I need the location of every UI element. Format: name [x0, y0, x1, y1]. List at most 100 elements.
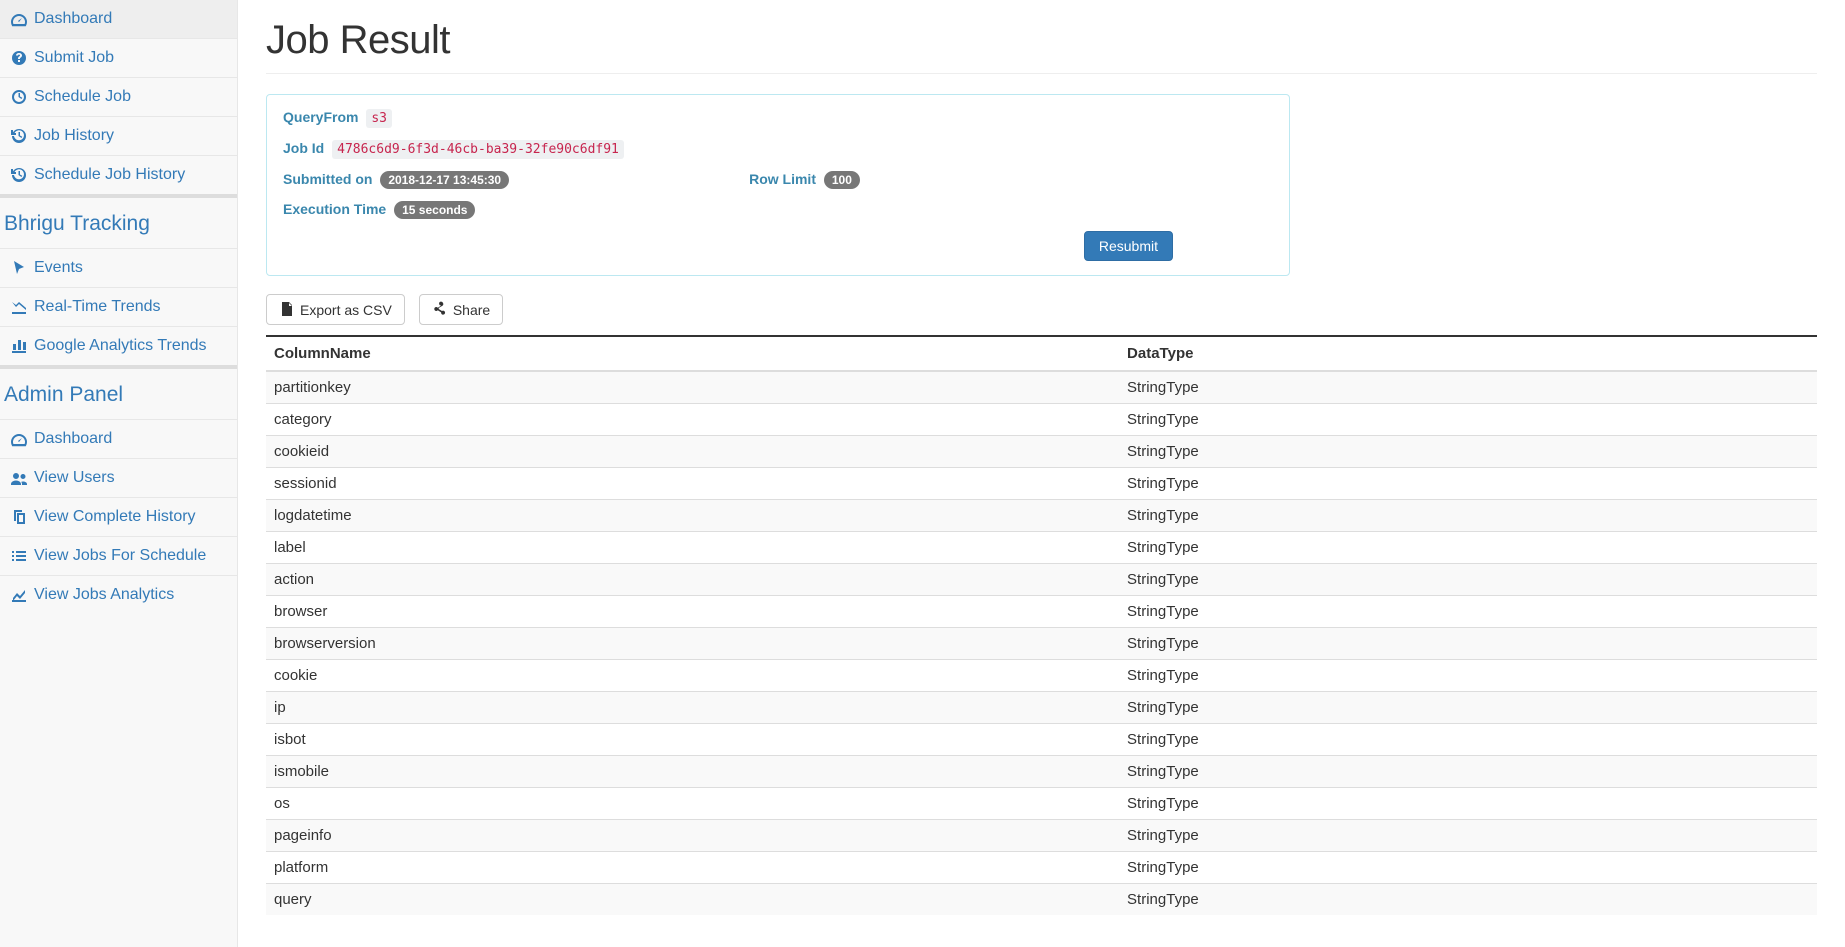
- gauge-icon: [10, 431, 28, 447]
- area-chart-icon: [10, 299, 28, 315]
- sidebar-item-view-jobs-analytics[interactable]: View Jobs Analytics: [0, 575, 237, 614]
- cell-datatype: StringType: [1119, 404, 1817, 436]
- share-icon: [432, 301, 448, 318]
- table-row: logdatetimeStringType: [266, 500, 1817, 532]
- cell-datatype: StringType: [1119, 724, 1817, 756]
- submitted-label: Submitted on: [283, 171, 372, 187]
- submitted-value: 2018-12-17 13:45:30: [380, 171, 509, 189]
- cell-columnname: category: [266, 404, 1119, 436]
- sidebar-item-real-time-trends[interactable]: Real-Time Trends: [0, 287, 237, 326]
- job-id-value: 4786c6d9-6f3d-46cb-ba39-32fe90c6df91: [332, 140, 624, 159]
- sidebar-item-label: View Users: [34, 469, 115, 487]
- exec-time-row: Execution Time 15 seconds: [283, 201, 1273, 217]
- row-limit-row: Row Limit 100: [749, 171, 860, 187]
- submitted-row: Submitted on 2018-12-17 13:45:30: [283, 171, 509, 187]
- cell-datatype: StringType: [1119, 820, 1817, 852]
- table-row: partitionkeyStringType: [266, 371, 1817, 404]
- sidebar-item-events[interactable]: Events: [0, 249, 237, 287]
- cell-datatype: StringType: [1119, 852, 1817, 884]
- sidebar-item-label: View Jobs Analytics: [34, 586, 174, 604]
- cell-datatype: StringType: [1119, 468, 1817, 500]
- resubmit-button[interactable]: Resubmit: [1084, 231, 1173, 261]
- cell-columnname: pageinfo: [266, 820, 1119, 852]
- table-row: osStringType: [266, 788, 1817, 820]
- job-info-panel: QueryFrom s3 Job Id 4786c6d9-6f3d-46cb-b…: [266, 94, 1290, 276]
- cell-columnname: query: [266, 884, 1119, 916]
- share-button[interactable]: Share: [419, 294, 503, 325]
- page-title: Job Result: [266, 18, 1817, 74]
- cell-datatype: StringType: [1119, 436, 1817, 468]
- file-icon: [279, 301, 295, 318]
- sidebar-item-google-analytics-trends[interactable]: Google Analytics Trends: [0, 326, 237, 365]
- cell-datatype: StringType: [1119, 628, 1817, 660]
- sidebar-item-job-history[interactable]: Job History: [0, 116, 237, 155]
- line-chart-icon: [10, 587, 28, 603]
- job-id-label: Job Id: [283, 140, 324, 156]
- table-row: browserStringType: [266, 596, 1817, 628]
- table-header-datatype: DataType: [1119, 336, 1817, 371]
- cell-datatype: StringType: [1119, 884, 1817, 916]
- cell-columnname: isbot: [266, 724, 1119, 756]
- sidebar-item-label: View Jobs For Schedule: [34, 547, 206, 565]
- cell-columnname: cookie: [266, 660, 1119, 692]
- export-csv-label: Export as CSV: [300, 302, 392, 318]
- share-label: Share: [453, 302, 490, 318]
- row-limit-value: 100: [824, 171, 860, 189]
- main-content: Job Result QueryFrom s3 Job Id 4786c6d9-…: [238, 0, 1845, 947]
- sidebar-item-schedule-job[interactable]: Schedule Job: [0, 77, 237, 116]
- table-row: sessionidStringType: [266, 468, 1817, 500]
- sidebar-item-schedule-job-history[interactable]: Schedule Job History: [0, 155, 237, 194]
- cell-columnname: label: [266, 532, 1119, 564]
- job-id-row: Job Id 4786c6d9-6f3d-46cb-ba39-32fe90c6d…: [283, 140, 1273, 157]
- table-row: browserversionStringType: [266, 628, 1817, 660]
- sidebar-item-view-complete-history[interactable]: View Complete History: [0, 497, 237, 536]
- sidebar-section-tracking: Bhrigu Tracking: [0, 194, 237, 249]
- schema-table: ColumnName DataType partitionkeyStringTy…: [266, 335, 1817, 915]
- cell-datatype: StringType: [1119, 532, 1817, 564]
- cell-datatype: StringType: [1119, 596, 1817, 628]
- cell-columnname: ismobile: [266, 756, 1119, 788]
- table-row: ismobileStringType: [266, 756, 1817, 788]
- table-row: categoryStringType: [266, 404, 1817, 436]
- cell-datatype: StringType: [1119, 660, 1817, 692]
- sidebar-item-dashboard[interactable]: Dashboard: [0, 0, 237, 38]
- table-header-columnname: ColumnName: [266, 336, 1119, 371]
- sidebar-item-label: Events: [34, 259, 83, 277]
- table-row: labelStringType: [266, 532, 1817, 564]
- cell-columnname: cookieid: [266, 436, 1119, 468]
- list-icon: [10, 548, 28, 564]
- pointer-icon: [10, 260, 28, 276]
- cell-columnname: platform: [266, 852, 1119, 884]
- cell-columnname: action: [266, 564, 1119, 596]
- sidebar-item-label: Google Analytics Trends: [34, 337, 207, 355]
- history-icon: [10, 128, 28, 144]
- table-row: queryStringType: [266, 884, 1817, 916]
- question-icon: [10, 50, 28, 66]
- table-row: isbotStringType: [266, 724, 1817, 756]
- sidebar-item-label: Submit Job: [34, 49, 114, 67]
- query-from-row: QueryFrom s3: [283, 109, 1273, 126]
- sidebar-item-submit-job[interactable]: Submit Job: [0, 38, 237, 77]
- cell-datatype: StringType: [1119, 692, 1817, 724]
- query-from-value: s3: [366, 109, 392, 128]
- sidebar-item-label: Dashboard: [34, 430, 112, 448]
- table-row: platformStringType: [266, 852, 1817, 884]
- export-csv-button[interactable]: Export as CSV: [266, 294, 405, 325]
- sidebar-item-view-users[interactable]: View Users: [0, 458, 237, 497]
- row-limit-label: Row Limit: [749, 171, 816, 187]
- table-row: pageinfoStringType: [266, 820, 1817, 852]
- sidebar-item-label: Schedule Job History: [34, 166, 185, 184]
- table-row: actionStringType: [266, 564, 1817, 596]
- copy-icon: [10, 509, 28, 525]
- sidebar-item-view-jobs-for-schedule[interactable]: View Jobs For Schedule: [0, 536, 237, 575]
- sidebar-section-admin: Admin Panel: [0, 365, 237, 420]
- sidebar-item-dashboard[interactable]: Dashboard: [0, 420, 237, 458]
- cell-datatype: StringType: [1119, 371, 1817, 404]
- cell-datatype: StringType: [1119, 756, 1817, 788]
- cell-datatype: StringType: [1119, 788, 1817, 820]
- table-row: cookieStringType: [266, 660, 1817, 692]
- sidebar-item-label: Dashboard: [34, 10, 112, 28]
- gauge-icon: [10, 11, 28, 27]
- cell-columnname: browserversion: [266, 628, 1119, 660]
- sidebar-item-label: Schedule Job: [34, 88, 131, 106]
